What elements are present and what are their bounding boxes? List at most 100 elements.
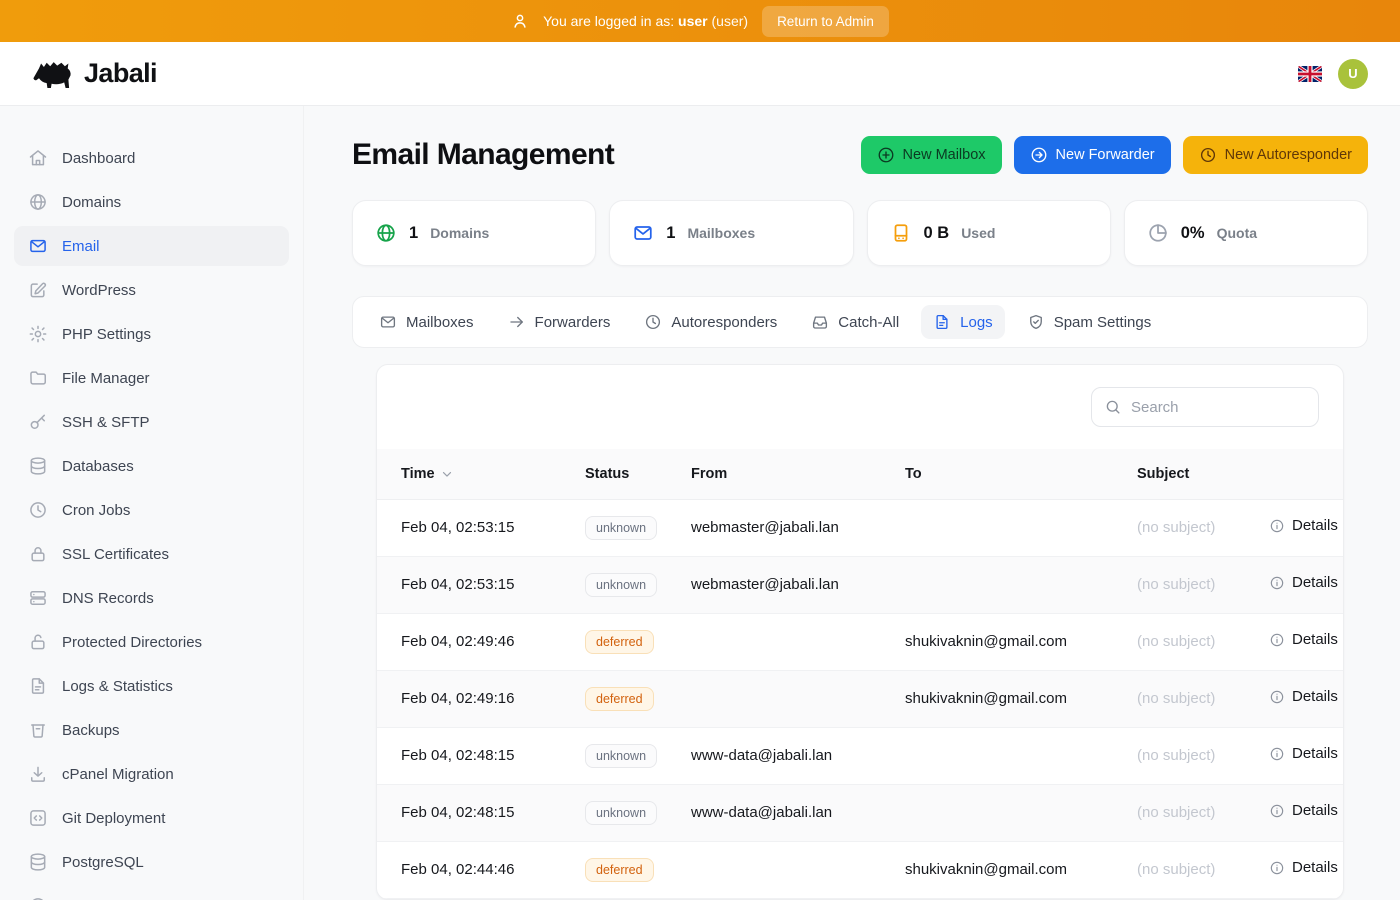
info-icon bbox=[1269, 575, 1285, 591]
sort-by-time[interactable]: Time bbox=[401, 466, 454, 482]
sidebar-item-label: SSL Certificates bbox=[62, 546, 169, 563]
log-time: Feb 04, 02:48:15 bbox=[377, 784, 573, 841]
sidebar-item-git-deployment[interactable]: Git Deployment bbox=[14, 798, 289, 838]
sidebar-item-databases[interactable]: Databases bbox=[14, 446, 289, 486]
sidebar-item-wordpress[interactable]: WordPress bbox=[14, 270, 289, 310]
details-link[interactable]: Details bbox=[1269, 688, 1338, 705]
sidebar-item-domains[interactable]: Domains bbox=[14, 182, 289, 222]
details-label: Details bbox=[1292, 859, 1338, 876]
button-label: New Mailbox bbox=[903, 147, 986, 163]
mail-icon bbox=[632, 222, 654, 244]
sidebar-item-email[interactable]: Email bbox=[14, 226, 289, 266]
status-badge: unknown bbox=[585, 573, 657, 597]
log-details-cell: Details bbox=[1257, 727, 1343, 784]
sidebar-item-php-settings[interactable]: PHP Settings bbox=[14, 314, 289, 354]
tab-logs[interactable]: Logs bbox=[921, 305, 1005, 339]
sidebar-item-protected-directories[interactable]: Protected Directories bbox=[14, 622, 289, 662]
sidebar-item-dns-records[interactable]: DNS Records bbox=[14, 578, 289, 618]
user-icon bbox=[511, 12, 529, 30]
page-title: Email Management bbox=[352, 138, 614, 172]
new-forwarder-button[interactable]: New Forwarder bbox=[1014, 136, 1171, 174]
search-input[interactable] bbox=[1131, 399, 1306, 416]
new-autoresponder-button[interactable]: New Autoresponder bbox=[1183, 136, 1368, 174]
stat-label: Quota bbox=[1217, 225, 1257, 241]
search-icon bbox=[1104, 398, 1122, 416]
details-link[interactable]: Details bbox=[1269, 802, 1338, 819]
circle-icon bbox=[28, 896, 48, 900]
stat-card-quota: 0%Quota bbox=[1124, 200, 1368, 266]
code-icon bbox=[28, 808, 48, 828]
key-icon bbox=[28, 412, 48, 432]
tab-autoresponders[interactable]: Autoresponders bbox=[632, 305, 789, 339]
sidebar-item-logs-statistics[interactable]: Logs & Statistics bbox=[14, 666, 289, 706]
log-details-cell: Details bbox=[1257, 670, 1343, 727]
new-mailbox-button[interactable]: New Mailbox bbox=[861, 136, 1002, 174]
sidebar-item-more[interactable] bbox=[14, 886, 289, 900]
clock-icon bbox=[1199, 146, 1217, 164]
column-header-to: To bbox=[893, 449, 1125, 499]
sidebar-item-file-manager[interactable]: File Manager bbox=[14, 358, 289, 398]
lock-icon bbox=[28, 544, 48, 564]
app-header: Jabali U bbox=[0, 42, 1400, 106]
user-avatar[interactable]: U bbox=[1338, 59, 1368, 89]
details-link[interactable]: Details bbox=[1269, 574, 1338, 591]
tab-label: Spam Settings bbox=[1054, 314, 1152, 331]
log-from: www-data@jabali.lan bbox=[679, 784, 893, 841]
log-from: webmaster@jabali.lan bbox=[679, 499, 893, 556]
details-link[interactable]: Details bbox=[1269, 631, 1338, 648]
log-status-cell: unknown bbox=[573, 499, 679, 556]
tab-forwarders[interactable]: Forwarders bbox=[496, 305, 623, 339]
sidebar-item-cpanel-migration[interactable]: cPanel Migration bbox=[14, 754, 289, 794]
sidebar-item-label: Email bbox=[62, 238, 100, 255]
log-status-cell: deferred bbox=[573, 841, 679, 898]
admin-impersonation-bar: You are logged in as: user (user) Return… bbox=[0, 0, 1400, 42]
plus-circle-icon bbox=[877, 146, 895, 164]
status-badge: unknown bbox=[585, 744, 657, 768]
sidebar-item-backups[interactable]: Backups bbox=[14, 710, 289, 750]
brand[interactable]: Jabali bbox=[32, 57, 157, 91]
details-link[interactable]: Details bbox=[1269, 859, 1338, 876]
sidebar-item-dashboard[interactable]: Dashboard bbox=[14, 138, 289, 178]
return-to-admin-button[interactable]: Return to Admin bbox=[762, 6, 889, 37]
sidebar-item-cron-jobs[interactable]: Cron Jobs bbox=[14, 490, 289, 530]
log-subject: (no subject) bbox=[1125, 670, 1257, 727]
log-row: Feb 04, 02:53:15unknownwebmaster@jabali.… bbox=[377, 556, 1343, 613]
sidebar-item-ssh-sftp[interactable]: SSH & SFTP bbox=[14, 402, 289, 442]
details-label: Details bbox=[1292, 517, 1338, 534]
log-row: Feb 04, 02:48:15unknownwww-data@jabali.l… bbox=[377, 784, 1343, 841]
log-time: Feb 04, 02:49:46 bbox=[377, 613, 573, 670]
clock-icon bbox=[644, 313, 662, 331]
tab-spam-settings[interactable]: Spam Settings bbox=[1015, 305, 1164, 339]
log-from: webmaster@jabali.lan bbox=[679, 556, 893, 613]
column-header-subject: Subject bbox=[1125, 449, 1257, 499]
info-icon bbox=[1269, 803, 1285, 819]
home-icon bbox=[28, 148, 48, 168]
sidebar-item-label: SSH & SFTP bbox=[62, 414, 150, 431]
log-to bbox=[893, 499, 1125, 556]
sidebar-item-label: Protected Directories bbox=[62, 634, 202, 651]
log-to bbox=[893, 727, 1125, 784]
tab-catch-all[interactable]: Catch-All bbox=[799, 305, 911, 339]
language-flag-icon[interactable] bbox=[1298, 66, 1322, 82]
log-row: Feb 04, 02:49:16deferredshukivaknin@gmai… bbox=[377, 670, 1343, 727]
log-from bbox=[679, 613, 893, 670]
log-to bbox=[893, 556, 1125, 613]
sidebar-item-label: Cron Jobs bbox=[62, 502, 130, 519]
sidebar-item-postgresql[interactable]: PostgreSQL bbox=[14, 842, 289, 882]
stat-label: Mailboxes bbox=[687, 225, 755, 241]
details-label: Details bbox=[1292, 688, 1338, 705]
pie-icon bbox=[1147, 222, 1169, 244]
info-icon bbox=[1269, 632, 1285, 648]
inbox-icon bbox=[811, 313, 829, 331]
sidebar-item-ssl-certificates[interactable]: SSL Certificates bbox=[14, 534, 289, 574]
status-badge: unknown bbox=[585, 516, 657, 540]
details-link[interactable]: Details bbox=[1269, 517, 1338, 534]
log-time: Feb 04, 02:48:15 bbox=[377, 727, 573, 784]
gear-icon bbox=[28, 324, 48, 344]
details-link[interactable]: Details bbox=[1269, 745, 1338, 762]
jabali-boar-logo-icon bbox=[32, 57, 74, 91]
storage-icon bbox=[890, 222, 912, 244]
folder-icon bbox=[28, 368, 48, 388]
stat-label: Used bbox=[961, 225, 995, 241]
tab-mailboxes[interactable]: Mailboxes bbox=[367, 305, 486, 339]
